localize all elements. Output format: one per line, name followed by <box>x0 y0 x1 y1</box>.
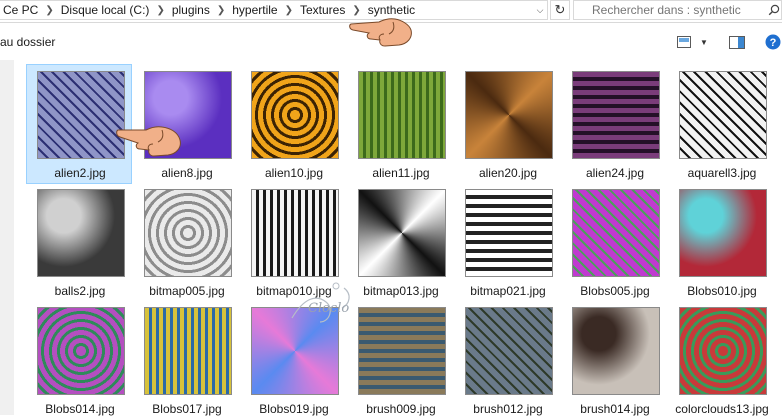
file-tile[interactable]: aquarell3.jpg <box>668 64 774 184</box>
search-input[interactable] <box>590 1 768 19</box>
file-name[interactable]: Blobs005.jpg <box>562 284 668 298</box>
file-thumbnail[interactable] <box>572 189 660 277</box>
file-thumbnail[interactable] <box>37 307 125 395</box>
file-name[interactable]: alien20.jpg <box>455 166 561 180</box>
address-history-dropdown-icon[interactable]: ⌵ <box>532 1 548 19</box>
file-name[interactable]: alien11.jpg <box>348 166 454 180</box>
file-thumbnail[interactable] <box>37 71 125 159</box>
breadcrumb-item-local-disk[interactable]: Disque local (C:) <box>58 3 153 17</box>
file-name[interactable]: bitmap021.jpg <box>455 284 561 298</box>
file-thumbnail[interactable] <box>679 189 767 277</box>
file-tile[interactable]: Blobs005.jpg <box>561 182 667 302</box>
file-thumbnail[interactable] <box>572 71 660 159</box>
preview-pane-icon[interactable] <box>728 34 746 50</box>
file-thumbnail[interactable] <box>358 71 446 159</box>
file-tile[interactable]: Blobs010.jpg <box>668 182 774 302</box>
file-tile[interactable]: alien11.jpg <box>347 64 453 184</box>
file-name[interactable]: Blobs010.jpg <box>669 284 775 298</box>
file-thumbnail[interactable] <box>465 307 553 395</box>
file-tile[interactable]: brush014.jpg <box>561 300 667 420</box>
file-thumbnail[interactable] <box>572 307 660 395</box>
file-grid: alien2.jpg alien8.jpg alien10.jpg alien11.j… <box>0 60 782 416</box>
file-thumbnail[interactable] <box>144 307 232 395</box>
chevron-right-icon[interactable]: ❯ <box>213 5 229 16</box>
file-thumbnail[interactable] <box>679 71 767 159</box>
file-name[interactable]: aquarell3.jpg <box>669 166 775 180</box>
watermark-text: Cloclo <box>308 301 349 316</box>
file-tile[interactable]: bitmap021.jpg <box>454 182 560 302</box>
view-mode-icon[interactable] <box>676 34 692 50</box>
file-name[interactable]: Blobs014.jpg <box>27 402 133 416</box>
file-thumbnail[interactable] <box>37 189 125 277</box>
file-name[interactable]: brush009.jpg <box>348 402 454 416</box>
file-name[interactable]: alien8.jpg <box>134 166 240 180</box>
file-name[interactable]: alien24.jpg <box>562 166 668 180</box>
file-tile[interactable]: brush012.jpg <box>454 300 560 420</box>
file-name[interactable]: balls2.jpg <box>27 284 133 298</box>
breadcrumb-item-textures[interactable]: Textures <box>297 3 348 17</box>
breadcrumb-item-this-pc[interactable]: Ce PC <box>0 3 41 17</box>
file-name[interactable]: bitmap005.jpg <box>134 284 240 298</box>
refresh-icon[interactable]: ↻ <box>550 0 570 20</box>
view-options-dropdown-icon[interactable]: ▼ <box>698 34 710 50</box>
file-thumbnail[interactable] <box>358 189 446 277</box>
help-icon[interactable]: ? <box>764 34 781 50</box>
file-thumbnail[interactable] <box>251 189 339 277</box>
search-box[interactable] <box>573 0 782 20</box>
chevron-right-icon[interactable]: ❯ <box>281 5 297 16</box>
chevron-right-icon[interactable]: ❯ <box>152 5 168 16</box>
pointing-hand-icon <box>116 120 186 165</box>
file-tile[interactable]: balls2.jpg <box>26 182 132 302</box>
file-tile[interactable]: alien24.jpg <box>561 64 667 184</box>
file-thumbnail[interactable] <box>679 307 767 395</box>
file-thumbnail[interactable] <box>144 189 232 277</box>
file-name[interactable]: colorclouds13.jpg <box>669 402 775 416</box>
file-name[interactable]: alien2.jpg <box>27 166 133 180</box>
file-tile[interactable]: bitmap005.jpg <box>133 182 239 302</box>
file-name[interactable]: Blobs019.jpg <box>241 402 347 416</box>
search-icon[interactable] <box>767 3 781 17</box>
breadcrumb-item-plugins[interactable]: plugins <box>169 3 213 17</box>
file-name[interactable]: alien10.jpg <box>241 166 347 180</box>
file-name[interactable]: Blobs017.jpg <box>134 402 240 416</box>
toolbar: au dossier ▼ ? <box>0 24 782 58</box>
breadcrumb: Ce PC ❯ Disque local (C:) ❯ plugins ❯ hy… <box>0 0 548 20</box>
breadcrumb-item-hypertile[interactable]: hypertile <box>229 3 280 17</box>
file-thumbnail[interactable] <box>465 189 553 277</box>
file-name[interactable]: brush012.jpg <box>455 402 561 416</box>
file-tile[interactable]: Blobs017.jpg <box>133 300 239 420</box>
file-name[interactable]: brush014.jpg <box>562 402 668 416</box>
file-thumbnail[interactable] <box>465 71 553 159</box>
file-thumbnail[interactable] <box>251 71 339 159</box>
chevron-right-icon[interactable]: ❯ <box>41 5 57 16</box>
file-tile[interactable]: alien20.jpg <box>454 64 560 184</box>
cloclo-watermark: Cloclo <box>286 278 382 338</box>
file-tile[interactable]: Blobs014.jpg <box>26 300 132 420</box>
file-tile[interactable]: alien10.jpg <box>240 64 346 184</box>
up-folder-label[interactable]: au dossier <box>0 35 55 49</box>
svg-text:?: ? <box>769 37 776 49</box>
file-tile[interactable]: colorclouds13.jpg <box>668 300 774 420</box>
